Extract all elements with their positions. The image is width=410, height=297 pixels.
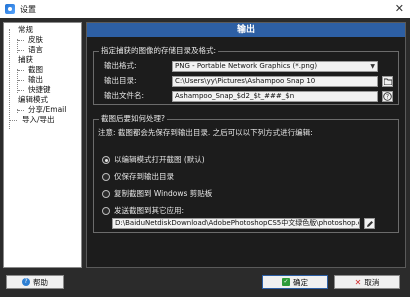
format-label: 输出格式: bbox=[104, 61, 137, 70]
tree-item-edit-mode[interactable]: 编辑模式 bbox=[18, 95, 48, 105]
dir-input[interactable]: C:\Users\yy\Pictures\Ashampoo Snap 10 bbox=[172, 76, 378, 87]
format-select[interactable]: PNG - Portable Network Graphics (*.png) … bbox=[172, 61, 378, 72]
radio-open-editor[interactable] bbox=[102, 156, 110, 164]
option-copy-clipboard-label: 复制截图到 Windows 剪贴板 bbox=[114, 189, 213, 198]
chevron-down-icon: ▼ bbox=[370, 63, 375, 70]
app-icon bbox=[5, 4, 15, 14]
question-icon: ? bbox=[383, 92, 392, 101]
option-save-only-label: 仅保存到输出目录 bbox=[114, 172, 174, 181]
after-capture-note: 注意: 截图都会先保存到输出目录. 之后可以以下列方式进行编辑: bbox=[98, 128, 313, 137]
radio-copy-clipboard[interactable] bbox=[102, 190, 110, 198]
help-button[interactable]: ? 帮助 bbox=[6, 275, 64, 289]
tree-item-screenshot[interactable]: 截图 bbox=[28, 65, 43, 75]
svg-text:?: ? bbox=[386, 94, 389, 101]
tree-item-general[interactable]: 常规 bbox=[18, 25, 33, 35]
filename-input[interactable]: Ashampoo_Snap_$d2_$t_###_$n bbox=[172, 91, 378, 102]
folder-icon bbox=[383, 78, 392, 85]
radio-send-to-app[interactable] bbox=[102, 207, 110, 215]
radio-save-only[interactable] bbox=[102, 173, 110, 181]
tree-item-share-email[interactable]: 分享/Email bbox=[28, 105, 66, 115]
storage-group: 指定捕获的图像的存储目录及格式: 输出格式: PNG - Portable Ne… bbox=[93, 46, 399, 105]
tree-item-capture[interactable]: 捕获 bbox=[18, 55, 33, 65]
tree-item-skin[interactable]: 皮肤 bbox=[28, 35, 43, 45]
format-value: PNG - Portable Network Graphics (*.png) bbox=[175, 62, 318, 70]
pencil-icon bbox=[366, 220, 373, 227]
settings-tree: 常规 皮肤 语言 捕获 截图 输出 快捷键 编辑模式 分享/Email 导入/导… bbox=[3, 22, 82, 268]
tree-item-hotkeys[interactable]: 快捷键 bbox=[28, 85, 51, 95]
browse-folder-button[interactable] bbox=[382, 76, 393, 87]
storage-group-title: 指定捕获的图像的存储目录及格式: bbox=[99, 46, 219, 56]
cancel-button-label: 取消 bbox=[364, 277, 380, 287]
tree-item-language[interactable]: 语言 bbox=[28, 45, 43, 55]
cancel-button[interactable]: ✕ 取消 bbox=[334, 275, 400, 289]
window-title: 设置 bbox=[20, 4, 36, 14]
tree-item-import-export[interactable]: 导入/导出 bbox=[22, 115, 55, 125]
help-icon: ? bbox=[22, 278, 30, 286]
filename-label: 输出文件名: bbox=[104, 91, 145, 100]
check-icon: ✓ bbox=[282, 278, 290, 286]
filename-help-button[interactable]: ? bbox=[382, 91, 393, 102]
close-icon: ✕ bbox=[354, 277, 362, 287]
ok-button[interactable]: ✓ 确定 bbox=[262, 275, 328, 289]
dir-label: 输出目录: bbox=[104, 76, 137, 85]
option-open-editor-label: 以编辑模式打开截图 (默认) bbox=[114, 155, 205, 164]
panel-header: 输出 bbox=[87, 23, 405, 37]
after-capture-group: 截图后要如何处理? 注意: 截图都会先保存到输出目录. 之后可以以下列方式进行编… bbox=[93, 114, 399, 233]
help-button-label: 帮助 bbox=[33, 277, 48, 287]
title-bar: 设置 ✕ bbox=[0, 0, 410, 18]
close-icon[interactable]: ✕ bbox=[395, 2, 404, 16]
app-path-input[interactable]: D:\BaiduNetdiskDownload\AdobePhotoshopCS… bbox=[112, 218, 360, 229]
after-capture-group-title: 截图后要如何处理? bbox=[99, 114, 167, 124]
ok-button-label: 确定 bbox=[293, 277, 308, 287]
tree-item-output[interactable]: 输出 bbox=[28, 75, 43, 85]
output-settings-panel: 输出 指定捕获的图像的存储目录及格式: 输出格式: PNG - Portable… bbox=[86, 22, 406, 268]
choose-app-button[interactable] bbox=[364, 218, 375, 229]
option-send-to-app-label: 发送截图到其它应用: bbox=[114, 206, 185, 215]
